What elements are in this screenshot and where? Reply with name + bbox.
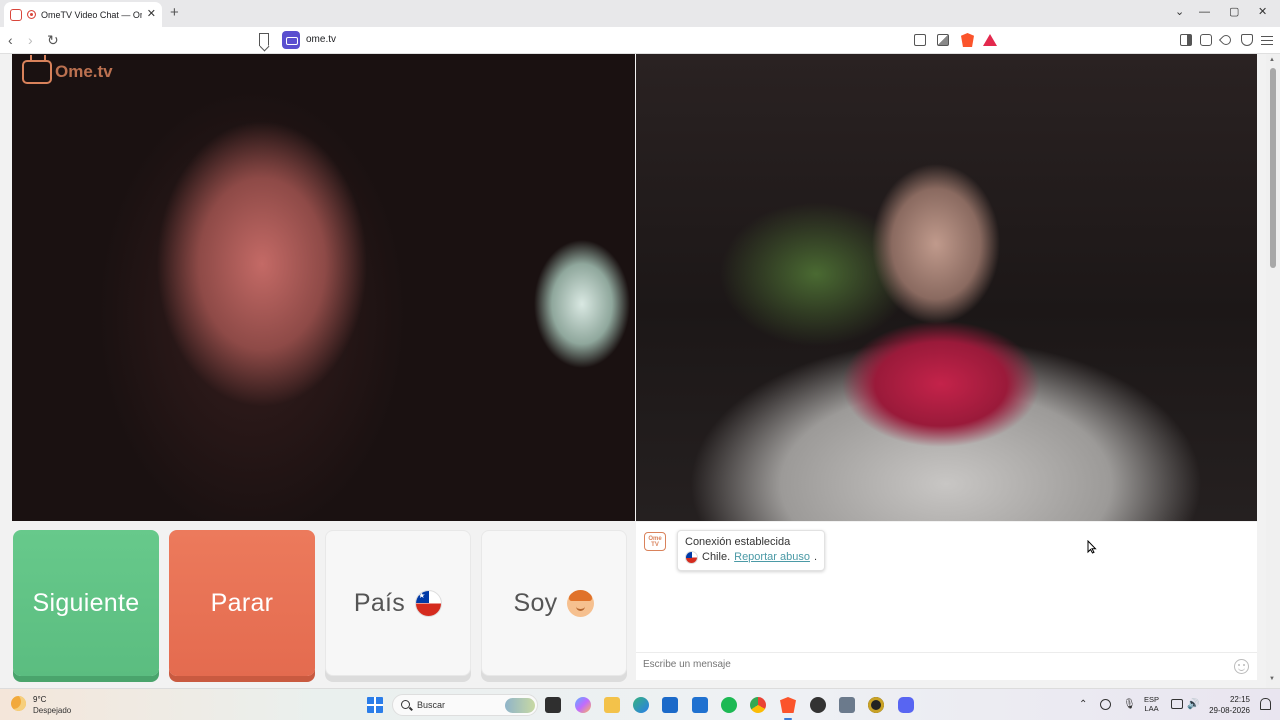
page-scrollbar[interactable]: ▲ ▼ xyxy=(1266,54,1280,688)
wallet-icon[interactable] xyxy=(1200,34,1212,46)
address-bar: ‹ › ↻ ome.tv xyxy=(0,27,1280,54)
chat-panel: Ome TV Conexión establecida Chile. Repor… xyxy=(636,522,1257,680)
scroll-down-icon[interactable]: ▼ xyxy=(1269,676,1275,682)
brave-shields-icon[interactable] xyxy=(961,33,974,47)
language-indicator[interactable]: ESP LAA xyxy=(1144,695,1159,713)
recording-indicator-icon xyxy=(27,10,36,19)
task-view-icon[interactable] xyxy=(545,697,561,713)
search-placeholder: Buscar xyxy=(417,700,446,710)
outlook-icon[interactable] xyxy=(692,697,708,713)
ometv-favicon-icon xyxy=(10,8,22,21)
forward-icon[interactable]: › xyxy=(28,32,33,48)
clock-date: 29-08-2026 xyxy=(1209,706,1250,715)
message-input-bar xyxy=(636,652,1257,680)
app-icon[interactable] xyxy=(839,697,855,713)
gender-button[interactable]: Soy xyxy=(481,530,627,676)
file-explorer-icon[interactable] xyxy=(604,697,620,713)
clock-time: 22:15 xyxy=(1229,695,1250,704)
network-tray-icon[interactable] xyxy=(1100,699,1111,710)
logo-text: Ome.tv xyxy=(55,62,113,81)
country-button[interactable]: País xyxy=(325,530,471,676)
sidebar-toggle-icon[interactable] xyxy=(1180,34,1192,46)
bookmark-icon[interactable] xyxy=(259,33,269,46)
vpn-shield-icon[interactable] xyxy=(1241,34,1253,46)
weather-moon-icon[interactable] xyxy=(11,696,26,711)
menu-icon[interactable] xyxy=(1261,36,1273,45)
url-field[interactable]: ome.tv xyxy=(306,34,336,45)
system-clock[interactable]: 22:15 29-08-2026 xyxy=(1209,694,1250,716)
spotify-icon[interactable] xyxy=(721,697,737,713)
scroll-up-icon[interactable]: ▲ xyxy=(1269,57,1275,63)
chat-ometv-logo-icon: Ome TV xyxy=(644,532,666,551)
chile-flag-icon xyxy=(415,589,443,617)
chrome-icon[interactable] xyxy=(750,697,766,713)
minimize-button[interactable]: — xyxy=(1199,6,1210,18)
next-button-label: Siguiente xyxy=(32,588,140,617)
copilot-icon[interactable] xyxy=(575,697,591,713)
gender-button-label: Soy xyxy=(513,588,558,617)
emoji-icon[interactable] xyxy=(1234,659,1249,674)
taskbar-search[interactable]: Buscar xyxy=(392,694,538,716)
display-tray-icon[interactable] xyxy=(1171,699,1183,709)
message-input[interactable] xyxy=(643,659,1213,670)
weather-temperature[interactable]: 9°C xyxy=(33,695,46,704)
browser-tab[interactable]: OmeTV Video Chat — Omeg ✕ xyxy=(4,2,162,27)
browser-tab-bar: OmeTV Video Chat — Omeg ✕ + ⌄ — ▢ ✕ xyxy=(0,0,1280,27)
ometv-logo: Ome.tv xyxy=(22,60,113,84)
microphone-icon[interactable]: 🎙 xyxy=(1123,699,1136,710)
stop-button-label: Parar xyxy=(210,588,274,617)
chat-logo-text: Ome TV xyxy=(648,536,662,548)
scroll-thumb[interactable] xyxy=(1270,68,1276,268)
report-abuse-link[interactable]: Reportar abuso xyxy=(734,550,810,565)
windows-taskbar: 9°C Despejado Buscar ⌃ 🎙 ESP LAA 🔊 22:15… xyxy=(0,688,1280,720)
language-top: ESP xyxy=(1144,695,1160,704)
cast-icon[interactable] xyxy=(914,34,926,46)
leo-ai-icon[interactable] xyxy=(1218,32,1234,48)
stop-button[interactable]: Parar xyxy=(169,530,315,676)
search-icon xyxy=(401,700,410,709)
volume-icon[interactable]: 🔊 xyxy=(1187,699,1199,710)
system-message: Conexión establecida Chile. Reportar abu… xyxy=(677,530,826,571)
brave-rewards-icon[interactable] xyxy=(983,34,997,46)
weather-description[interactable]: Despejado xyxy=(33,706,71,715)
country-button-label: País xyxy=(353,588,406,617)
brave-taskbar-icon[interactable] xyxy=(780,697,796,713)
partner-country: Chile. xyxy=(702,551,731,563)
store-icon[interactable] xyxy=(662,697,678,713)
tab-close-icon[interactable]: ✕ xyxy=(147,9,156,20)
chile-mini-flag-icon xyxy=(685,551,698,564)
page-content: Ome.tv Siguiente Parar País Soy Ome TV C… xyxy=(0,54,1280,688)
app-circle-icon[interactable] xyxy=(868,697,884,713)
discord-icon[interactable] xyxy=(898,697,914,713)
site-camera-icon[interactable] xyxy=(282,31,300,49)
maximize-button[interactable]: ▢ xyxy=(1229,6,1239,18)
new-tab-button[interactable]: + xyxy=(170,5,179,20)
language-bottom: LAA xyxy=(1144,704,1159,713)
obs-icon[interactable] xyxy=(810,697,826,713)
close-window-button[interactable]: ✕ xyxy=(1258,6,1267,18)
notifications-bell-icon[interactable] xyxy=(1260,698,1271,710)
edge-icon[interactable] xyxy=(633,697,649,713)
tv-logo-icon xyxy=(22,60,52,84)
report-suffix: . xyxy=(813,551,818,563)
connection-status: Conexión establecida xyxy=(685,536,791,548)
back-icon[interactable]: ‹ xyxy=(8,32,13,48)
show-hidden-icons[interactable]: ⌃ xyxy=(1079,699,1087,710)
stranger-video: Ome.tv xyxy=(12,54,635,521)
reload-icon[interactable]: ↻ xyxy=(47,32,59,48)
search-highlight-icon xyxy=(505,698,535,713)
next-button[interactable]: Siguiente xyxy=(13,530,159,676)
boy-avatar-icon xyxy=(567,589,595,617)
windows-start-icon[interactable] xyxy=(367,697,383,713)
tab-search-icon[interactable]: ⌄ xyxy=(1175,6,1184,18)
translate-icon[interactable] xyxy=(937,34,949,46)
self-video xyxy=(636,54,1257,521)
tab-title: OmeTV Video Chat — Omeg xyxy=(41,9,142,20)
